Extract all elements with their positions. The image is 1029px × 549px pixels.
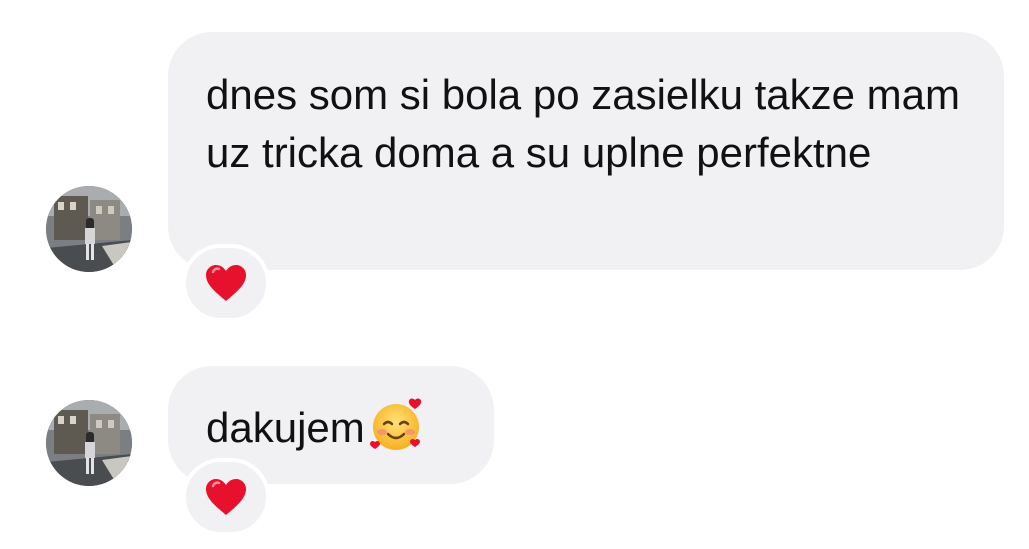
- message-bubble[interactable]: dnes som si bola po zasielku takze mam u…: [168, 32, 1004, 270]
- red-heart-icon: [206, 479, 246, 515]
- avatar-photo: [46, 400, 132, 486]
- sender-avatar[interactable]: [46, 400, 132, 486]
- sender-avatar[interactable]: [46, 186, 132, 272]
- message-thread: dnes som si bola po zasielku takze mam u…: [0, 0, 1029, 549]
- reaction-badge[interactable]: [182, 458, 270, 536]
- message-text: dakujem: [206, 404, 365, 451]
- message-text: dnes som si bola po zasielku takze mam u…: [206, 71, 961, 176]
- red-heart-icon: [206, 265, 246, 301]
- avatar-photo: [46, 186, 132, 272]
- smiling-face-with-hearts-icon: [369, 398, 421, 450]
- reaction-badge[interactable]: [182, 244, 270, 322]
